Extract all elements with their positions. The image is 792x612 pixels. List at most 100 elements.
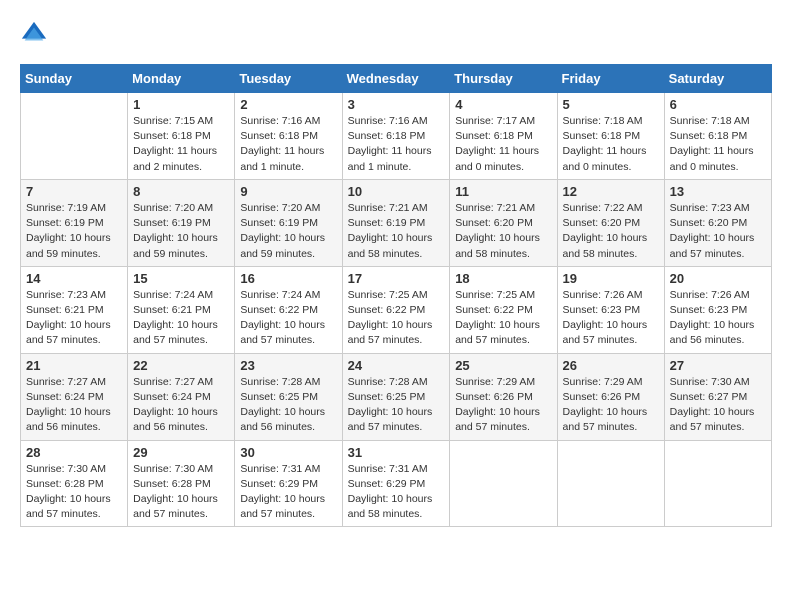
day-info: Sunrise: 7:21 AM Sunset: 6:19 PM Dayligh… xyxy=(348,201,445,262)
page-header xyxy=(20,20,772,48)
day-info: Sunrise: 7:20 AM Sunset: 6:19 PM Dayligh… xyxy=(133,201,229,262)
calendar-cell xyxy=(21,93,128,180)
day-info: Sunrise: 7:31 AM Sunset: 6:29 PM Dayligh… xyxy=(348,462,445,523)
day-number: 17 xyxy=(348,271,445,286)
day-number: 21 xyxy=(26,358,122,373)
day-info: Sunrise: 7:23 AM Sunset: 6:20 PM Dayligh… xyxy=(670,201,766,262)
calendar-cell: 7 Sunrise: 7:19 AM Sunset: 6:19 PM Daylig… xyxy=(21,179,128,266)
day-number: 11 xyxy=(455,184,551,199)
calendar-cell: 19 Sunrise: 7:26 AM Sunset: 6:23 PM Dayli… xyxy=(557,266,664,353)
calendar-cell: 4 Sunrise: 7:17 AM Sunset: 6:18 PM Daylig… xyxy=(450,93,557,180)
calendar-week-row: 1 Sunrise: 7:15 AM Sunset: 6:18 PM Daylig… xyxy=(21,93,772,180)
day-number: 10 xyxy=(348,184,445,199)
day-number: 5 xyxy=(563,97,659,112)
calendar-cell: 23 Sunrise: 7:28 AM Sunset: 6:25 PM Dayli… xyxy=(235,353,342,440)
calendar-cell: 17Sunrise: 7:25 AM Sunset: 6:22 PM Dayli… xyxy=(342,266,450,353)
calendar-cell: 30 Sunrise: 7:31 AM Sunset: 6:29 PM Dayli… xyxy=(235,440,342,527)
day-info: Sunrise: 7:31 AM Sunset: 6:29 PM Dayligh… xyxy=(240,462,336,523)
calendar-week-row: 21 Sunrise: 7:27 AM Sunset: 6:24 PM Dayli… xyxy=(21,353,772,440)
day-info: Sunrise: 7:30 AM Sunset: 6:27 PM Dayligh… xyxy=(670,375,766,436)
calendar-cell: 14Sunrise: 7:23 AM Sunset: 6:21 PM Dayli… xyxy=(21,266,128,353)
day-number: 28 xyxy=(26,445,122,460)
day-info: Sunrise: 7:17 AM Sunset: 6:18 PM Dayligh… xyxy=(455,114,551,175)
day-info: Sunrise: 7:18 AM Sunset: 6:18 PM Dayligh… xyxy=(563,114,659,175)
day-info: Sunrise: 7:29 AM Sunset: 6:26 PM Dayligh… xyxy=(455,375,551,436)
calendar-cell: 16 Sunrise: 7:24 AM Sunset: 6:22 PM Dayli… xyxy=(235,266,342,353)
calendar-header-thursday: Thursday xyxy=(450,65,557,93)
calendar-cell xyxy=(557,440,664,527)
day-info: Sunrise: 7:22 AM Sunset: 6:20 PM Dayligh… xyxy=(563,201,659,262)
day-number: 13 xyxy=(670,184,766,199)
day-info: Sunrise: 7:27 AM Sunset: 6:24 PM Dayligh… xyxy=(133,375,229,436)
day-number: 29 xyxy=(133,445,229,460)
calendar-cell: 24Sunrise: 7:28 AM Sunset: 6:25 PM Dayli… xyxy=(342,353,450,440)
calendar-cell: 9 Sunrise: 7:20 AM Sunset: 6:19 PM Daylig… xyxy=(235,179,342,266)
calendar-cell: 12 Sunrise: 7:22 AM Sunset: 6:20 PM Dayli… xyxy=(557,179,664,266)
day-info: Sunrise: 7:20 AM Sunset: 6:19 PM Dayligh… xyxy=(240,201,336,262)
day-number: 26 xyxy=(563,358,659,373)
day-info: Sunrise: 7:29 AM Sunset: 6:26 PM Dayligh… xyxy=(563,375,659,436)
day-info: Sunrise: 7:24 AM Sunset: 6:22 PM Dayligh… xyxy=(240,288,336,349)
calendar-cell: 5 Sunrise: 7:18 AM Sunset: 6:18 PM Daylig… xyxy=(557,93,664,180)
calendar-cell: 22 Sunrise: 7:27 AM Sunset: 6:24 PM Dayli… xyxy=(128,353,235,440)
day-number: 27 xyxy=(670,358,766,373)
calendar-header-sunday: Sunday xyxy=(21,65,128,93)
day-number: 22 xyxy=(133,358,229,373)
calendar-table: SundayMondayTuesdayWednesdayThursdayFrid… xyxy=(20,64,772,527)
day-info: Sunrise: 7:19 AM Sunset: 6:19 PM Dayligh… xyxy=(26,201,122,262)
day-info: Sunrise: 7:26 AM Sunset: 6:23 PM Dayligh… xyxy=(563,288,659,349)
day-info: Sunrise: 7:28 AM Sunset: 6:25 PM Dayligh… xyxy=(240,375,336,436)
calendar-cell: 28Sunrise: 7:30 AM Sunset: 6:28 PM Dayli… xyxy=(21,440,128,527)
day-number: 1 xyxy=(133,97,229,112)
day-number: 8 xyxy=(133,184,229,199)
day-number: 30 xyxy=(240,445,336,460)
calendar-cell: 13 Sunrise: 7:23 AM Sunset: 6:20 PM Dayli… xyxy=(664,179,771,266)
calendar-cell: 6Sunrise: 7:18 AM Sunset: 6:18 PM Daylig… xyxy=(664,93,771,180)
calendar-cell: 31 Sunrise: 7:31 AM Sunset: 6:29 PM Dayli… xyxy=(342,440,450,527)
day-number: 18 xyxy=(455,271,551,286)
day-info: Sunrise: 7:30 AM Sunset: 6:28 PM Dayligh… xyxy=(133,462,229,523)
day-number: 7 xyxy=(26,184,122,199)
calendar-header-friday: Friday xyxy=(557,65,664,93)
day-number: 2 xyxy=(240,97,336,112)
calendar-cell: 1 Sunrise: 7:15 AM Sunset: 6:18 PM Daylig… xyxy=(128,93,235,180)
day-info: Sunrise: 7:26 AM Sunset: 6:23 PM Dayligh… xyxy=(670,288,766,349)
calendar-cell: 25Sunrise: 7:29 AM Sunset: 6:26 PM Dayli… xyxy=(450,353,557,440)
calendar-cell: 2Sunrise: 7:16 AM Sunset: 6:18 PM Daylig… xyxy=(235,93,342,180)
day-number: 23 xyxy=(240,358,336,373)
day-number: 6 xyxy=(670,97,766,112)
calendar-week-row: 7 Sunrise: 7:19 AM Sunset: 6:19 PM Daylig… xyxy=(21,179,772,266)
calendar-cell: 20 Sunrise: 7:26 AM Sunset: 6:23 PM Dayli… xyxy=(664,266,771,353)
logo xyxy=(20,20,52,48)
calendar-cell: 21 Sunrise: 7:27 AM Sunset: 6:24 PM Dayli… xyxy=(21,353,128,440)
day-number: 24 xyxy=(348,358,445,373)
day-info: Sunrise: 7:23 AM Sunset: 6:21 PM Dayligh… xyxy=(26,288,122,349)
calendar-cell: 15Sunrise: 7:24 AM Sunset: 6:21 PM Dayli… xyxy=(128,266,235,353)
day-info: Sunrise: 7:15 AM Sunset: 6:18 PM Dayligh… xyxy=(133,114,229,175)
day-number: 3 xyxy=(348,97,445,112)
calendar-header-monday: Monday xyxy=(128,65,235,93)
day-info: Sunrise: 7:25 AM Sunset: 6:22 PM Dayligh… xyxy=(455,288,551,349)
day-number: 4 xyxy=(455,97,551,112)
calendar-header-tuesday: Tuesday xyxy=(235,65,342,93)
calendar-cell: 10 Sunrise: 7:21 AM Sunset: 6:19 PM Dayli… xyxy=(342,179,450,266)
calendar-week-row: 14Sunrise: 7:23 AM Sunset: 6:21 PM Dayli… xyxy=(21,266,772,353)
day-number: 16 xyxy=(240,271,336,286)
day-number: 20 xyxy=(670,271,766,286)
calendar-header-wednesday: Wednesday xyxy=(342,65,450,93)
day-number: 31 xyxy=(348,445,445,460)
day-number: 12 xyxy=(563,184,659,199)
calendar-cell: 8 Sunrise: 7:20 AM Sunset: 6:19 PM Daylig… xyxy=(128,179,235,266)
calendar-cell: 26 Sunrise: 7:29 AM Sunset: 6:26 PM Dayli… xyxy=(557,353,664,440)
calendar-cell: 29 Sunrise: 7:30 AM Sunset: 6:28 PM Dayli… xyxy=(128,440,235,527)
day-number: 19 xyxy=(563,271,659,286)
day-info: Sunrise: 7:21 AM Sunset: 6:20 PM Dayligh… xyxy=(455,201,551,262)
logo-icon xyxy=(20,20,48,48)
day-number: 9 xyxy=(240,184,336,199)
day-info: Sunrise: 7:24 AM Sunset: 6:21 PM Dayligh… xyxy=(133,288,229,349)
calendar-cell xyxy=(450,440,557,527)
day-info: Sunrise: 7:16 AM Sunset: 6:18 PM Dayligh… xyxy=(348,114,445,175)
calendar-cell: 11 Sunrise: 7:21 AM Sunset: 6:20 PM Dayli… xyxy=(450,179,557,266)
calendar-week-row: 28 Sunrise: 7:30 AM Sunset: 6:28 PM Dayli… xyxy=(21,440,772,527)
day-info: Sunrise: 7:27 AM Sunset: 6:24 PM Dayligh… xyxy=(26,375,122,436)
